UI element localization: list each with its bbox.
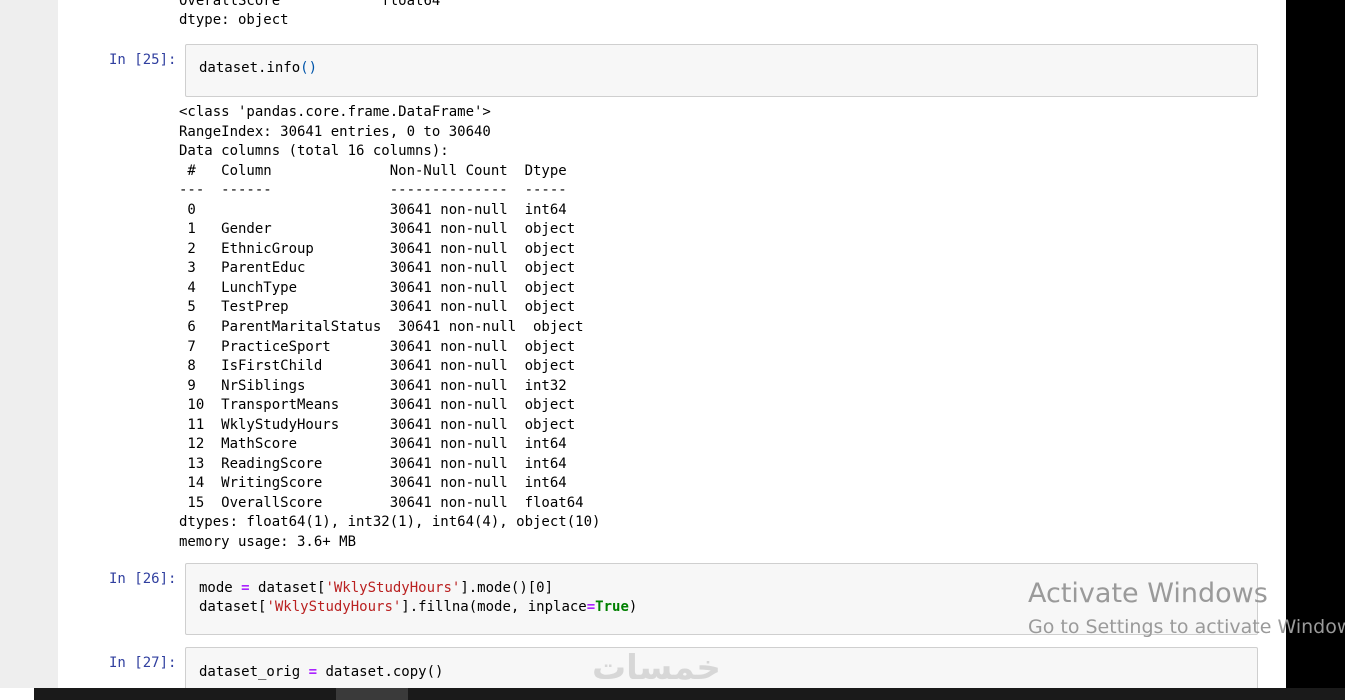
info-column-row: 3 ParentEduc 30641 non-null object <box>179 260 584 277</box>
info-column-row: 14 WritingScore 30641 non-null int64 <box>179 475 584 492</box>
code-cell-25[interactable]: dataset.info() <box>185 44 1258 97</box>
code-line: dataset.info() <box>199 60 318 76</box>
cell-prompt-25: In [25]: <box>109 52 177 68</box>
cell-prompt-27: In [27]: <box>109 655 177 671</box>
activate-windows-notice: Activate Windows Go to Settings to activ… <box>1028 578 1345 640</box>
info-header-line: Data columns (total 16 columns): <box>179 143 449 160</box>
info-footer-line: dtypes: float64(1), int32(1), int64(4), … <box>179 514 601 531</box>
info-column-row: 4 LunchType 30641 non-null object <box>179 279 584 296</box>
info-column-row: 11 WklyStudyHours 30641 non-null object <box>179 416 584 433</box>
info-column-row: 12 MathScore 30641 non-null int64 <box>179 436 584 453</box>
info-header-line: RangeIndex: 30641 entries, 0 to 30640 <box>179 123 491 140</box>
taskbar <box>0 688 1345 700</box>
info-column-row: 0 30641 non-null int64 <box>179 201 584 218</box>
info-column-row: 9 NrSiblings 30641 non-null int32 <box>179 377 584 394</box>
info-column-row: 13 ReadingScore 30641 non-null int64 <box>179 455 584 472</box>
code-line: dataset['WklyStudyHours'].fillna(mode, i… <box>199 599 638 615</box>
taskbar-app-button[interactable] <box>336 688 408 700</box>
info-column-row: 15 OverallScore 30641 non-null float64 <box>179 494 584 511</box>
code-line: mode = dataset['WklyStudyHours'].mode()[… <box>199 580 554 596</box>
left-gutter <box>0 0 58 688</box>
info-column-row: 10 TransportMeans 30641 non-null object <box>179 397 584 414</box>
previous-output-line: OverallScore float64 <box>179 0 441 9</box>
info-column-row: 7 PracticeSport 30641 non-null object <box>179 338 584 355</box>
info-column-row: 1 Gender 30641 non-null object <box>179 221 584 238</box>
info-column-row: 2 EthnicGroup 30641 non-null object <box>179 240 584 257</box>
code-line: dataset_orig = dataset.copy() <box>199 664 444 680</box>
info-footer-line: memory usage: 3.6+ MB <box>179 534 357 551</box>
activate-title: Activate Windows <box>1028 578 1268 609</box>
watermark-logo: خمسات <box>592 648 721 688</box>
previous-output-dtype: dtype: object <box>179 12 289 28</box>
info-header-line: --- ------ -------------- ----- <box>179 182 584 199</box>
info-header-line: # Column Non-Null Count Dtype <box>179 162 584 179</box>
info-column-row: 8 IsFirstChild 30641 non-null object <box>179 358 584 375</box>
taskbar-start-button[interactable] <box>0 688 34 700</box>
code-cell-27[interactable]: dataset_orig = dataset.copy() <box>185 647 1258 688</box>
info-column-row: 5 TestPrep 30641 non-null object <box>179 299 584 316</box>
info-header-line: <class 'pandas.core.frame.DataFrame'> <box>179 104 491 120</box>
cell-prompt-26: In [26]: <box>109 571 177 587</box>
activate-subtitle: Go to Settings to activate Windows. <box>1028 616 1345 638</box>
info-output: <class 'pandas.core.frame.DataFrame'> Ran… <box>179 103 1079 553</box>
info-column-row: 6 ParentMaritalStatus 30641 non-null obj… <box>179 319 593 336</box>
